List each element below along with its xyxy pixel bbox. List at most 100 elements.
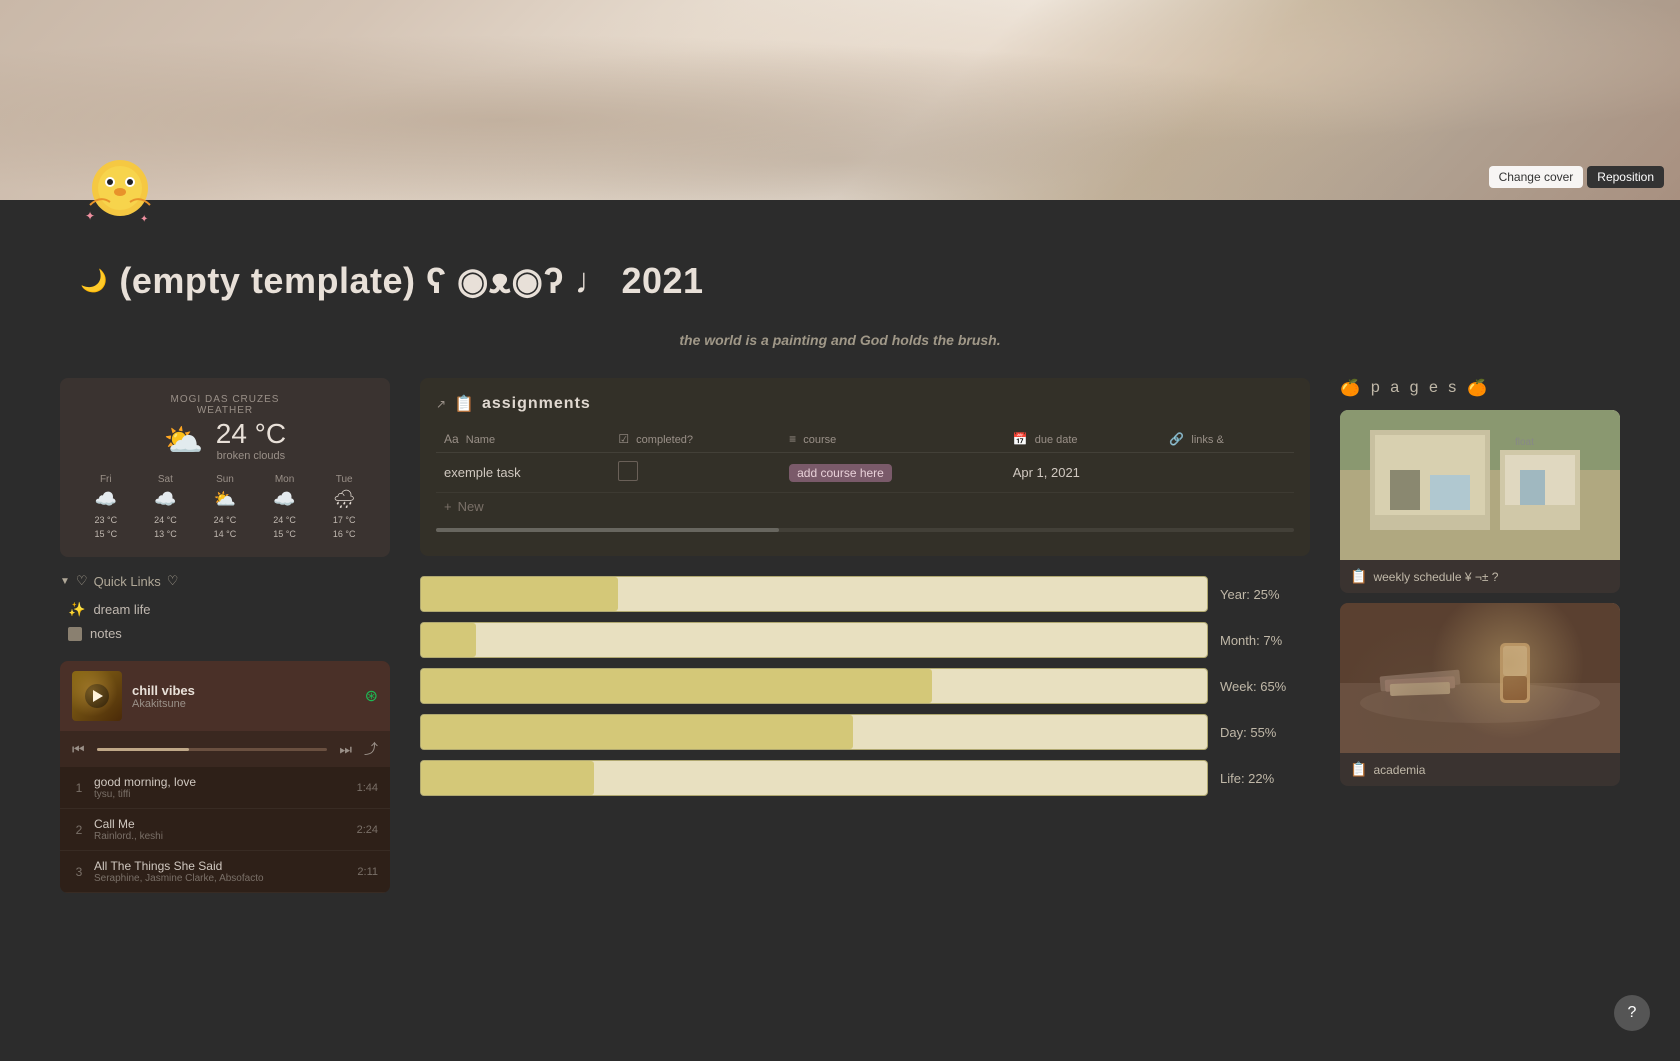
left-column: MOGI DAS CRUZES WEATHER ⛅ 24 °C broken c… [60,378,390,893]
right-column: 🍊 p a g e s 🍊 [1340,378,1620,796]
col-completed[interactable]: ☑ completed? [610,426,781,453]
track-artist-3: Seraphine, Jasmine Clarke, Absofacto [94,873,349,884]
track-duration-1: 1:44 [357,782,378,794]
day-label: Day: 55% [1220,725,1310,740]
academia-label-icon: 📋 [1350,761,1367,778]
assignments-table: Aa Name ☑ completed? ≡ course [436,426,1294,493]
completed-col-icon: ☑ [618,432,629,446]
weekly-label-icon: 📋 [1350,568,1367,585]
weather-main: ⛅ 24 °C broken clouds [76,418,374,462]
col-name[interactable]: Aa Name [436,426,610,453]
add-label: New [458,499,484,514]
week-bar-container [420,668,1208,704]
task-course-cell[interactable]: add course here [781,453,1005,493]
academia-label-text: academia [1373,763,1425,777]
page-quote: the world is a painting and God holds th… [0,322,1680,368]
play-button[interactable] [85,684,109,708]
track-item-1[interactable]: 1 good morning, love tysu, tiffi 1:44 [60,767,390,809]
weather-location: MOGI DAS CRUZES WEATHER [76,394,374,416]
track-number-2: 2 [72,823,86,837]
play-icon [93,690,103,702]
quick-links-header[interactable]: ▼ ♡ Quick Links ♡ [60,573,390,589]
links-col-icon: 🔗 [1169,432,1184,446]
album-art[interactable] [72,671,122,721]
music-header: chill vibes Akakitsune ⊛ [60,661,390,731]
week-bar-fill [421,669,932,703]
quick-links-heart-icon: ♡ [76,573,88,589]
center-column: ↗ 📋 assignments Aa Name ☑ co [420,378,1310,796]
quick-links-label: Quick Links [94,574,161,589]
life-bar-container [420,760,1208,796]
reposition-button[interactable]: Reposition [1587,166,1664,188]
change-cover-button[interactable]: Change cover [1489,166,1584,188]
page-card-image-2 [1340,603,1620,753]
track-number-3: 3 [72,865,86,879]
table-row: exemple task add course here Apr 1, 2021 [436,453,1294,493]
cover-image: Change cover Reposition [0,0,1680,200]
assignments-header: ↗ 📋 assignments [436,394,1294,414]
weekly-label-text: weekly schedule ¥ ¬± ? [1373,570,1498,584]
task-due-date-cell[interactable]: Apr 1, 2021 [1005,453,1162,493]
day-bar-fill [421,715,853,749]
course-col-icon: ≡ [789,432,796,446]
pages-header: 🍊 p a g e s 🍊 [1340,378,1620,398]
share-button[interactable]: ⤴ [364,739,378,759]
star-icon: ✨ [68,601,85,618]
task-completed-cell [610,453,781,493]
track-artist-1: tysu, tiffi [94,789,349,800]
task-name-cell[interactable]: exemple task [436,453,610,493]
add-new-row[interactable]: + New [436,493,1294,520]
month-label: Month: 7% [1220,633,1310,648]
page-card-academia[interactable]: 📋 academia [1340,603,1620,786]
col-course[interactable]: ≡ course [781,426,1005,453]
col-links[interactable]: 🔗 links & [1161,426,1294,453]
track-item-2[interactable]: 2 Call Me Rainlord., keshi 2:24 [60,809,390,851]
page-avatar: ✦ ✦ [80,150,160,230]
track-title-1: good morning, love [94,775,349,789]
forecast-sun: Sun ⛅ 24 °C14 °C [195,474,255,541]
music-progress-bar[interactable] [97,748,328,751]
task-links-cell[interactable] [1161,453,1294,493]
pages-title: p a g e s [1371,379,1459,397]
quick-link-notes-label: notes [90,626,122,641]
progress-week: Week: 65% [420,668,1310,704]
life-label: Life: 22% [1220,771,1310,786]
track-duration-3: 2:11 [357,866,378,878]
page-card-weekly-schedule[interactable]: float 📋 weekly schedule ¥ ¬± ? [1340,410,1620,593]
track-item-3[interactable]: 3 All The Things She Said Seraphine, Jas… [60,851,390,893]
quick-link-notes[interactable]: notes [60,622,390,645]
weather-city: MOGI DAS CRUZES [76,394,374,405]
track-title-3: All The Things She Said [94,859,349,873]
table-scrollbar[interactable] [436,528,1294,532]
progress-life: Life: 22% [420,760,1310,796]
name-col-icon: Aa [444,432,459,446]
task-checkbox[interactable] [618,461,638,481]
add-icon: + [444,499,452,514]
help-button[interactable]: ? [1614,995,1650,1031]
weather-forecast: Fri ☁️ 23 °C15 °C Sat ☁️ 24 °C13 °C Sun … [76,474,374,541]
weather-sublabel: WEATHER [76,405,374,416]
pages-emoji-right: 🍊 [1467,378,1490,398]
track-info-3: All The Things She Said Seraphine, Jasmi… [94,859,349,884]
svg-text:✦: ✦ [140,214,148,225]
col-due-date[interactable]: 📅 due date [1005,426,1162,453]
forecast-sat: Sat ☁️ 24 °C13 °C [136,474,196,541]
page-title: (empty template) ʕ ◉ᴥ◉ʔ ♩ 2021 [119,260,703,302]
assignments-section: ↗ 📋 assignments Aa Name ☑ co [420,378,1310,556]
forecast-mon: Mon ☁️ 24 °C15 °C [255,474,315,541]
progress-day: Day: 55% [420,714,1310,750]
track-number-1: 1 [72,781,86,795]
quick-link-dream-life[interactable]: ✨ dream life [60,597,390,622]
track-info-1: good morning, love tysu, tiffi [94,775,349,800]
spotify-icon[interactable]: ⊛ [365,686,378,706]
course-tag: add course here [789,464,892,482]
page-card-image-1: float [1340,410,1620,560]
year-bar-fill [421,577,618,611]
skip-back-button[interactable]: ⏮ [72,741,85,758]
skip-forward-button[interactable]: ⏭ [339,741,352,758]
track-title-2: Call Me [94,817,349,831]
weather-description: broken clouds [216,450,286,462]
track-info-2: Call Me Rainlord., keshi [94,817,349,842]
music-track-list: 1 good morning, love tysu, tiffi 1:44 2 … [60,767,390,893]
assignments-arrow-icon[interactable]: ↗ [436,397,446,411]
